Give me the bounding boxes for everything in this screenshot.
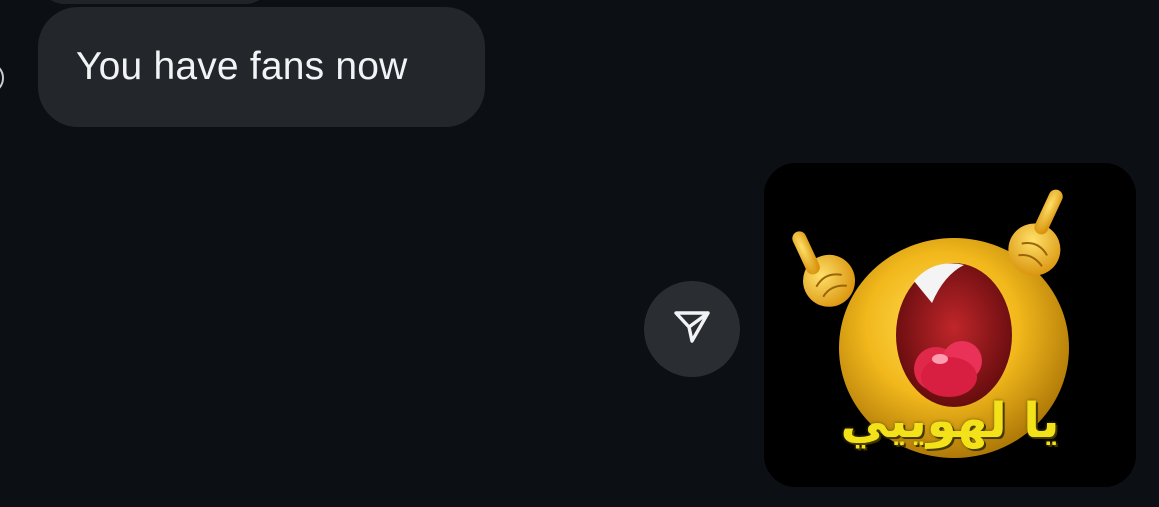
previous-message-bubble[interactable]: [40, 0, 270, 4]
sender-avatar[interactable]: [0, 62, 4, 94]
send-icon: [670, 305, 714, 354]
sticker-caption: يا لهوييي: [840, 393, 1060, 449]
sent-sticker[interactable]: يا لهوييي: [764, 163, 1136, 487]
chat-screen: You have fans now يا لهوييي: [0, 0, 1159, 507]
received-message-text: You have fans now: [76, 45, 408, 88]
share-button[interactable]: [644, 281, 740, 377]
received-message-bubble[interactable]: You have fans now: [38, 7, 485, 127]
